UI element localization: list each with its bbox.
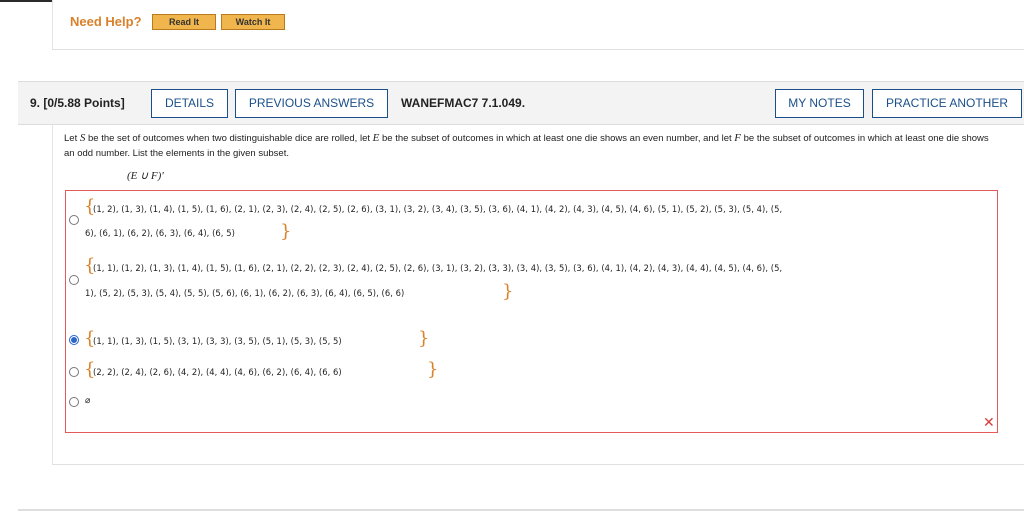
empty-set-symbol: ⌀ <box>85 396 91 406</box>
radio-button[interactable] <box>69 275 79 285</box>
need-help-label: Need Help? <box>70 14 142 29</box>
option-text-line: (1, 1), (1, 2), (1, 3), (1, 4), (1, 5), … <box>93 263 783 273</box>
option-text-line: (1, 1), (1, 3), (1, 5), (3, 1), (3, 3), … <box>93 336 342 346</box>
subset-expression: (E ∪ F)' <box>127 170 164 182</box>
question-number: 9. [0/5.88 Points] <box>30 96 125 110</box>
question-code: WANEFMAC7 7.1.049. <box>401 96 526 110</box>
incorrect-icon: ✕ <box>983 415 995 431</box>
close-brace: } <box>280 221 292 242</box>
question-body: Let S be the set of outcomes when two di… <box>52 125 1024 465</box>
read-it-button[interactable]: Read It <box>152 14 216 30</box>
option-text-line: (2, 2), (2, 4), (2, 6), (4, 2), (4, 4), … <box>93 367 342 377</box>
option-text-line: 1), (5, 2), (5, 3), (5, 4), (5, 5), (5, … <box>85 288 405 298</box>
details-button[interactable]: DETAILS <box>151 89 228 118</box>
help-panel: Need Help? Read It Watch It <box>52 0 1024 50</box>
my-notes-button[interactable]: MY NOTES <box>775 89 864 118</box>
radio-button[interactable] <box>69 397 79 407</box>
option-text-line: 6), (6, 1), (6, 2), (6, 3), (6, 4), (6, … <box>85 228 235 238</box>
radio-button[interactable] <box>69 215 79 225</box>
close-brace: } <box>418 328 430 349</box>
practice-another-button[interactable]: PRACTICE ANOTHER <box>872 89 1022 118</box>
close-brace: } <box>502 281 514 302</box>
option-text-line: (1, 2), (1, 3), (1, 4), (1, 5), (1, 6), … <box>93 204 783 214</box>
question-prompt: Let S be the set of outcomes when two di… <box>64 132 989 159</box>
question-header: 9. [0/5.88 Points] DETAILS PREVIOUS ANSW… <box>18 81 1024 125</box>
close-brace: } <box>427 359 439 380</box>
radio-button[interactable] <box>69 367 79 377</box>
watch-it-button[interactable]: Watch It <box>221 14 285 30</box>
radio-button-selected[interactable] <box>69 335 79 345</box>
bottom-divider <box>18 509 1024 511</box>
previous-answers-button[interactable]: PREVIOUS ANSWERS <box>235 89 388 118</box>
answer-choices: { (1, 2), (1, 3), (1, 4), (1, 5), (1, 6)… <box>65 190 998 433</box>
